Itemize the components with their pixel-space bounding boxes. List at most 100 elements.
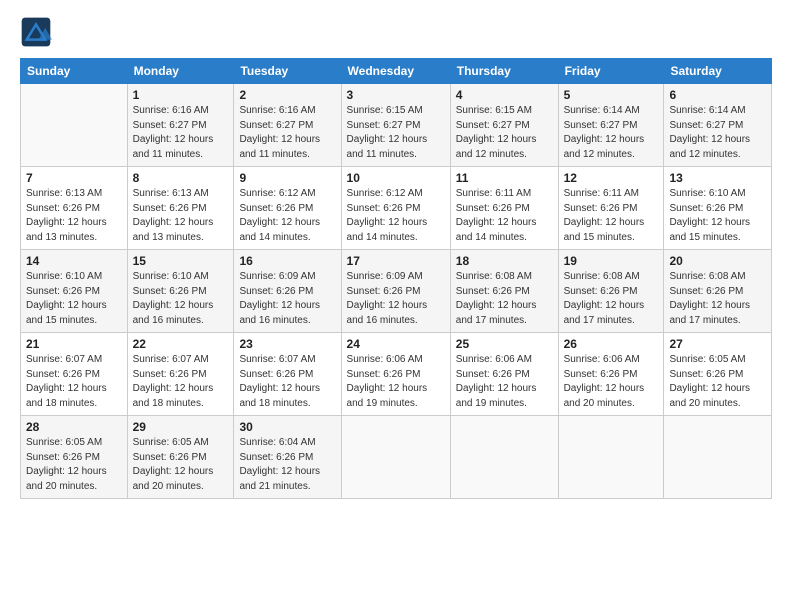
header: [20, 16, 772, 48]
day-number: 15: [133, 254, 229, 268]
day-info: Sunrise: 6:14 AM Sunset: 6:27 PM Dayligh…: [564, 104, 659, 162]
day-info: Sunrise: 6:05 AM Sunset: 6:26 PM Dayligh…: [26, 436, 122, 494]
calendar-day-cell: 28 Sunrise: 6:05 AM Sunset: 6:26 PM Dayli…: [21, 416, 128, 499]
weekday-header-cell: Friday: [558, 59, 664, 84]
calendar-day-cell: 16 Sunrise: 6:09 AM Sunset: 6:26 PM Dayli…: [234, 250, 341, 333]
calendar-day-cell: 23Sunrise: 6:07 AM Sunset: 6:26 PM Dayli…: [234, 333, 341, 416]
calendar-day-cell: 13 Sunrise: 6:10 AM Sunset: 6:26 PM Dayli…: [664, 167, 772, 250]
calendar-day-cell: 19Sunrise: 6:08 AM Sunset: 6:26 PM Dayli…: [558, 250, 664, 333]
day-info: Sunrise: 6:09 AM Sunset: 6:26 PM Dayligh…: [347, 270, 445, 328]
calendar-day-cell: [450, 416, 558, 499]
calendar-day-cell: 20 Sunrise: 6:08 AM Sunset: 6:26 PM Dayli…: [664, 250, 772, 333]
day-info: Sunrise: 6:07 AM Sunset: 6:26 PM Dayligh…: [133, 353, 229, 411]
day-info: Sunrise: 6:10 AM Sunset: 6:26 PM Dayligh…: [669, 187, 766, 245]
day-number: 18: [456, 254, 553, 268]
logo-icon: [20, 16, 52, 48]
day-number: 12: [564, 171, 659, 185]
calendar-day-cell: [21, 84, 128, 167]
calendar-day-cell: 1 Sunrise: 6:16 AM Sunset: 6:27 PM Daylig…: [127, 84, 234, 167]
calendar-week-row: 28 Sunrise: 6:05 AM Sunset: 6:26 PM Dayli…: [21, 416, 772, 499]
day-number: 26: [564, 337, 659, 351]
day-number: 7: [26, 171, 122, 185]
day-number: 13: [669, 171, 766, 185]
calendar-day-cell: 10 Sunrise: 6:12 AM Sunset: 6:26 PM Dayli…: [341, 167, 450, 250]
calendar-day-cell: 24Sunrise: 6:06 AM Sunset: 6:26 PM Dayli…: [341, 333, 450, 416]
calendar-day-cell: 22 Sunrise: 6:07 AM Sunset: 6:26 PM Dayli…: [127, 333, 234, 416]
calendar-day-cell: 7 Sunrise: 6:13 AM Sunset: 6:26 PM Daylig…: [21, 167, 128, 250]
day-info: Sunrise: 6:16 AM Sunset: 6:27 PM Dayligh…: [133, 104, 229, 162]
day-info: Sunrise: 6:16 AM Sunset: 6:27 PM Dayligh…: [239, 104, 335, 162]
day-info: Sunrise: 6:06 AM Sunset: 6:26 PM Dayligh…: [456, 353, 553, 411]
calendar-week-row: 7 Sunrise: 6:13 AM Sunset: 6:26 PM Daylig…: [21, 167, 772, 250]
day-info: Sunrise: 6:06 AM Sunset: 6:26 PM Dayligh…: [347, 353, 445, 411]
weekday-header-cell: Thursday: [450, 59, 558, 84]
day-info: Sunrise: 6:09 AM Sunset: 6:26 PM Dayligh…: [239, 270, 335, 328]
day-number: 23: [239, 337, 335, 351]
weekday-header-cell: Monday: [127, 59, 234, 84]
day-number: 3: [347, 88, 445, 102]
day-number: 8: [133, 171, 229, 185]
calendar-day-cell: 30 Sunrise: 6:04 AM Sunset: 6:26 PM Dayli…: [234, 416, 341, 499]
day-info: Sunrise: 6:12 AM Sunset: 6:26 PM Dayligh…: [347, 187, 445, 245]
weekday-header-cell: Saturday: [664, 59, 772, 84]
day-number: 11: [456, 171, 553, 185]
weekday-header-row: SundayMondayTuesdayWednesdayThursdayFrid…: [21, 59, 772, 84]
calendar-day-cell: [341, 416, 450, 499]
calendar-day-cell: 14 Sunrise: 6:10 AM Sunset: 6:26 PM Dayli…: [21, 250, 128, 333]
day-number: 25: [456, 337, 553, 351]
day-number: 16: [239, 254, 335, 268]
calendar-day-cell: 21Sunrise: 6:07 AM Sunset: 6:26 PM Dayli…: [21, 333, 128, 416]
calendar-day-cell: 4 Sunrise: 6:15 AM Sunset: 6:27 PM Daylig…: [450, 84, 558, 167]
day-info: Sunrise: 6:10 AM Sunset: 6:26 PM Dayligh…: [133, 270, 229, 328]
day-info: Sunrise: 6:11 AM Sunset: 6:26 PM Dayligh…: [564, 187, 659, 245]
calendar-day-cell: 26 Sunrise: 6:06 AM Sunset: 6:26 PM Dayli…: [558, 333, 664, 416]
weekday-header-cell: Tuesday: [234, 59, 341, 84]
day-number: 1: [133, 88, 229, 102]
day-info: Sunrise: 6:11 AM Sunset: 6:26 PM Dayligh…: [456, 187, 553, 245]
day-number: 4: [456, 88, 553, 102]
day-number: 6: [669, 88, 766, 102]
weekday-header-cell: Wednesday: [341, 59, 450, 84]
day-info: Sunrise: 6:08 AM Sunset: 6:26 PM Dayligh…: [456, 270, 553, 328]
calendar-day-cell: 5Sunrise: 6:14 AM Sunset: 6:27 PM Daylig…: [558, 84, 664, 167]
calendar-day-cell: 18 Sunrise: 6:08 AM Sunset: 6:26 PM Dayli…: [450, 250, 558, 333]
calendar-day-cell: 12 Sunrise: 6:11 AM Sunset: 6:26 PM Dayli…: [558, 167, 664, 250]
day-number: 19: [564, 254, 659, 268]
day-info: Sunrise: 6:15 AM Sunset: 6:27 PM Dayligh…: [347, 104, 445, 162]
calendar-day-cell: 9Sunrise: 6:12 AM Sunset: 6:26 PM Daylig…: [234, 167, 341, 250]
day-info: Sunrise: 6:15 AM Sunset: 6:27 PM Dayligh…: [456, 104, 553, 162]
calendar-day-cell: 11 Sunrise: 6:11 AM Sunset: 6:26 PM Dayli…: [450, 167, 558, 250]
calendar-day-cell: 8Sunrise: 6:13 AM Sunset: 6:26 PM Daylig…: [127, 167, 234, 250]
day-info: Sunrise: 6:10 AM Sunset: 6:26 PM Dayligh…: [26, 270, 122, 328]
day-info: Sunrise: 6:13 AM Sunset: 6:26 PM Dayligh…: [26, 187, 122, 245]
day-info: Sunrise: 6:12 AM Sunset: 6:26 PM Dayligh…: [239, 187, 335, 245]
calendar-week-row: 21Sunrise: 6:07 AM Sunset: 6:26 PM Dayli…: [21, 333, 772, 416]
calendar-day-cell: 3 Sunrise: 6:15 AM Sunset: 6:27 PM Daylig…: [341, 84, 450, 167]
day-info: Sunrise: 6:14 AM Sunset: 6:27 PM Dayligh…: [669, 104, 766, 162]
weekday-header-cell: Sunday: [21, 59, 128, 84]
day-number: 10: [347, 171, 445, 185]
day-info: Sunrise: 6:05 AM Sunset: 6:26 PM Dayligh…: [133, 436, 229, 494]
day-info: Sunrise: 6:05 AM Sunset: 6:26 PM Dayligh…: [669, 353, 766, 411]
calendar-day-cell: 17 Sunrise: 6:09 AM Sunset: 6:26 PM Dayli…: [341, 250, 450, 333]
calendar-day-cell: [664, 416, 772, 499]
day-info: Sunrise: 6:08 AM Sunset: 6:26 PM Dayligh…: [669, 270, 766, 328]
calendar-week-row: 1 Sunrise: 6:16 AM Sunset: 6:27 PM Daylig…: [21, 84, 772, 167]
calendar-day-cell: 29Sunrise: 6:05 AM Sunset: 6:26 PM Dayli…: [127, 416, 234, 499]
day-number: 22: [133, 337, 229, 351]
day-number: 2: [239, 88, 335, 102]
day-number: 30: [239, 420, 335, 434]
day-number: 27: [669, 337, 766, 351]
day-info: Sunrise: 6:06 AM Sunset: 6:26 PM Dayligh…: [564, 353, 659, 411]
calendar-day-cell: 6 Sunrise: 6:14 AM Sunset: 6:27 PM Daylig…: [664, 84, 772, 167]
day-info: Sunrise: 6:07 AM Sunset: 6:26 PM Dayligh…: [26, 353, 122, 411]
day-number: 17: [347, 254, 445, 268]
logo: [20, 16, 58, 48]
day-number: 20: [669, 254, 766, 268]
calendar-day-cell: [558, 416, 664, 499]
calendar-day-cell: 2 Sunrise: 6:16 AM Sunset: 6:27 PM Daylig…: [234, 84, 341, 167]
day-number: 14: [26, 254, 122, 268]
day-info: Sunrise: 6:04 AM Sunset: 6:26 PM Dayligh…: [239, 436, 335, 494]
calendar-body: 1 Sunrise: 6:16 AM Sunset: 6:27 PM Daylig…: [21, 84, 772, 499]
day-number: 28: [26, 420, 122, 434]
